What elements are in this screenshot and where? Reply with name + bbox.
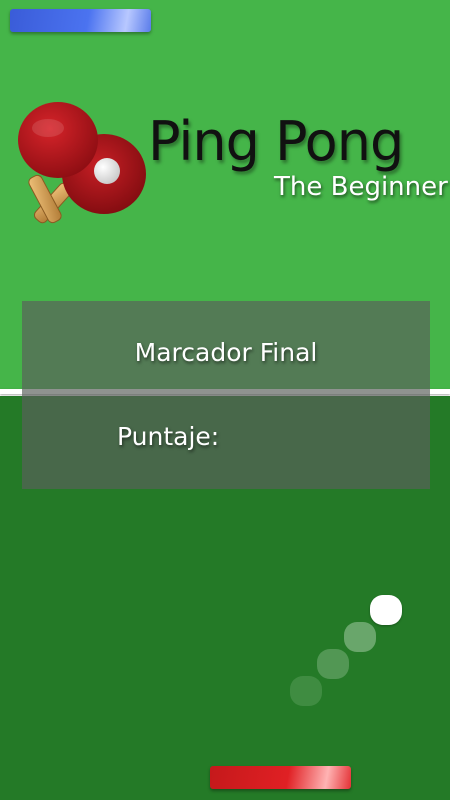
final-score-heading: Marcador Final <box>134 338 318 367</box>
score-label: Puntaje: <box>117 422 220 451</box>
final-score-panel: Marcador Final Puntaje: <box>22 301 430 489</box>
opponent-paddle <box>10 9 151 32</box>
game-subtitle: The Beginner <box>274 172 448 202</box>
game-title: Ping Pong <box>148 110 404 173</box>
ball-trail <box>290 676 322 706</box>
ball-trail <box>344 622 376 652</box>
ping-pong-paddles-icon <box>12 96 152 236</box>
ball-trail <box>317 649 349 679</box>
ball <box>370 595 402 625</box>
player-paddle[interactable] <box>210 766 351 789</box>
